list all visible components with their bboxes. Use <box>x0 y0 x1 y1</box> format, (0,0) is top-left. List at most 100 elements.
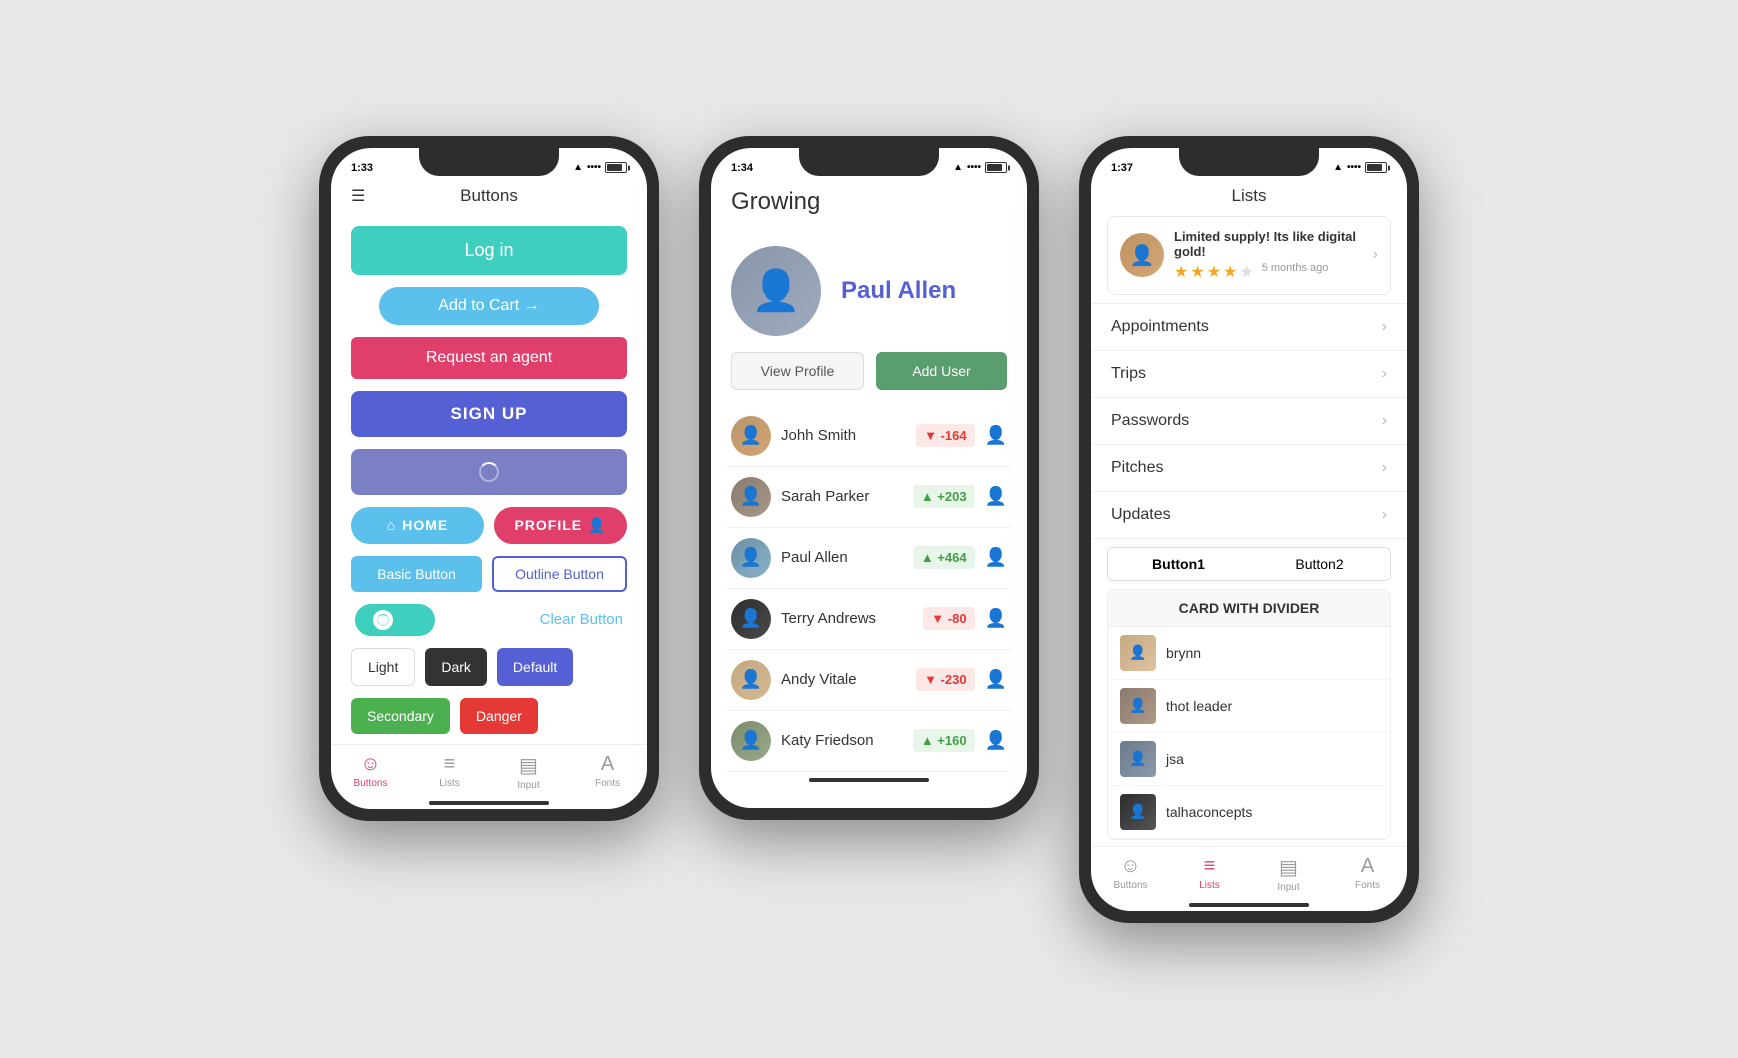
toggle-clear-row: Clear Button <box>351 604 627 636</box>
growing-header: Growing <box>711 180 1027 226</box>
promo-text: Limited supply! Its like digital gold! <box>1174 229 1363 259</box>
avatar: 👤 <box>731 246 821 336</box>
list-menu: Appointments › Trips › Passwords › Pitch… <box>1091 303 1407 539</box>
updates-chevron-icon: › <box>1382 506 1387 524</box>
card-item-1: thot leader <box>1166 698 1232 714</box>
tab-buttons[interactable]: ☺ Buttons <box>331 753 410 791</box>
home-icon: ⌂ <box>387 517 396 533</box>
profile-button[interactable]: PROFILE 👤 <box>494 507 627 544</box>
user-action-icon-5[interactable]: 👤 <box>985 730 1007 751</box>
user-name-5: Katy Friedson <box>781 732 903 749</box>
list-item: 👤 jsa <box>1108 733 1390 786</box>
card-avatar-0: 👤 <box>1120 635 1156 671</box>
tab-input-3[interactable]: ▤ Input <box>1249 855 1328 893</box>
add-user-button[interactable]: Add User <box>876 352 1007 390</box>
user-avatar-3: 👤 <box>731 599 771 639</box>
view-profile-button[interactable]: View Profile <box>731 352 864 390</box>
battery-icon-3 <box>1365 162 1387 173</box>
app-title: Growing <box>731 188 820 215</box>
phone-2-screen: 1:34 ▲ •••• Growing 👤 Paul Allen <box>711 148 1027 808</box>
user-avatar-1: 👤 <box>731 477 771 517</box>
tab-lists-3[interactable]: ≡ Lists <box>1170 855 1249 893</box>
tab-lists-icon-3: ≡ <box>1204 855 1216 878</box>
segment-button-1[interactable]: Button1 <box>1108 548 1249 580</box>
list-item: 👤 Katy Friedson ▲ +160 👤 <box>727 711 1011 772</box>
score-badge-2: ▲ +464 <box>913 546 975 569</box>
loading-button[interactable] <box>351 449 627 495</box>
home-profile-row: ⌂ HOME PROFILE 👤 <box>351 507 627 544</box>
user-avatar-0: 👤 <box>731 416 771 456</box>
menu-item-passwords[interactable]: Passwords › <box>1091 398 1407 445</box>
card-avatar-3: 👤 <box>1120 794 1156 830</box>
tab-input[interactable]: ▤ Input <box>489 753 568 791</box>
star-1: ★ <box>1174 262 1188 282</box>
tab-buttons-3[interactable]: ☺ Buttons <box>1091 855 1170 893</box>
toggle-button[interactable] <box>355 604 435 636</box>
danger-button[interactable]: Danger <box>460 698 538 734</box>
tab-fonts-icon: A <box>601 753 614 776</box>
passwords-chevron-icon: › <box>1382 412 1387 430</box>
user-action-icon-4[interactable]: 👤 <box>985 669 1007 690</box>
user-name-0: Johh Smith <box>781 427 906 444</box>
tab-fonts-3[interactable]: A Fonts <box>1328 855 1407 893</box>
phones-container: 1:33 ▲ •••• ☰ Buttons Log in Add to Cart… <box>319 136 1419 923</box>
promo-card[interactable]: 👤 Limited supply! Its like digital gold!… <box>1107 216 1391 295</box>
request-agent-button[interactable]: Request an agent <box>351 337 627 379</box>
tab-fonts[interactable]: A Fonts <box>568 753 647 791</box>
user-action-icon-0[interactable]: 👤 <box>985 425 1007 446</box>
signup-button[interactable]: SIGN UP <box>351 391 627 437</box>
buttons-content: Log in Add to Cart → Request an agent SI… <box>331 216 647 744</box>
wifi-icon: ▲ <box>573 162 583 173</box>
card-item-0: brynn <box>1166 645 1201 661</box>
tab-fonts-label-3: Fonts <box>1355 880 1380 891</box>
home-button[interactable]: ⌂ HOME <box>351 507 484 544</box>
tab-buttons-label-3: Buttons <box>1114 880 1148 891</box>
menu-item-updates[interactable]: Updates › <box>1091 492 1407 539</box>
list-item: 👤 Sarah Parker ▲ +203 👤 <box>727 467 1011 528</box>
clear-button[interactable]: Clear Button <box>540 611 623 628</box>
tab-lists-icon: ≡ <box>444 753 456 776</box>
tab-lists[interactable]: ≡ Lists <box>410 753 489 791</box>
segment-button-2[interactable]: Button2 <box>1249 548 1390 580</box>
card-item-3: talhaconcepts <box>1166 804 1252 820</box>
list-item: 👤 thot leader <box>1108 680 1390 733</box>
pitches-chevron-icon: › <box>1382 459 1387 477</box>
login-button[interactable]: Log in <box>351 226 627 275</box>
tab-bar-1: ☺ Buttons ≡ Lists ▤ Input A Fonts <box>331 744 647 795</box>
score-badge-3: ▼ -80 <box>923 607 974 630</box>
user-action-icon-3[interactable]: 👤 <box>985 608 1007 629</box>
menu-item-appointments[interactable]: Appointments › <box>1091 304 1407 351</box>
light-dark-default-row: Light Dark Default <box>351 648 627 686</box>
add-cart-button[interactable]: Add to Cart → <box>379 287 600 325</box>
tab-buttons-icon-3: ☺ <box>1120 855 1140 878</box>
score-badge-0: ▼ -164 <box>916 424 975 447</box>
promo-time: 5 months ago <box>1262 262 1329 282</box>
menu-item-pitches[interactable]: Pitches › <box>1091 445 1407 492</box>
hamburger-icon[interactable]: ☰ <box>351 186 365 206</box>
dark-button[interactable]: Dark <box>425 648 487 686</box>
star-5: ★ <box>1239 262 1253 282</box>
page-title-1: Buttons <box>460 186 518 206</box>
promo-chevron-icon: › <box>1373 246 1378 264</box>
menu-label-trips: Trips <box>1111 365 1146 383</box>
user-action-icon-1[interactable]: 👤 <box>985 486 1007 507</box>
light-button[interactable]: Light <box>351 648 415 686</box>
secondary-button[interactable]: Secondary <box>351 698 450 734</box>
spinner-icon <box>479 462 499 482</box>
default-button[interactable]: Default <box>497 648 573 686</box>
basic-button[interactable]: Basic Button <box>351 556 482 592</box>
card-avatar-2: 👤 <box>1120 741 1156 777</box>
tab-input-label-3: Input <box>1277 882 1299 893</box>
list-item: 👤 Terry Andrews ▼ -80 👤 <box>727 589 1011 650</box>
status-icons-2: ▲ •••• <box>953 162 1007 173</box>
outline-button[interactable]: Outline Button <box>492 556 627 592</box>
profile-name: Paul Allen <box>841 277 956 304</box>
menu-label-appointments: Appointments <box>1111 318 1209 336</box>
profile-icon: 👤 <box>588 517 606 534</box>
phone-1-screen: 1:33 ▲ •••• ☰ Buttons Log in Add to Cart… <box>331 148 647 809</box>
phone-1: 1:33 ▲ •••• ☰ Buttons Log in Add to Cart… <box>319 136 659 821</box>
list-item: 👤 brynn <box>1108 627 1390 680</box>
user-action-icon-2[interactable]: 👤 <box>985 547 1007 568</box>
promo-avatar: 👤 <box>1120 233 1164 277</box>
menu-item-trips[interactable]: Trips › <box>1091 351 1407 398</box>
